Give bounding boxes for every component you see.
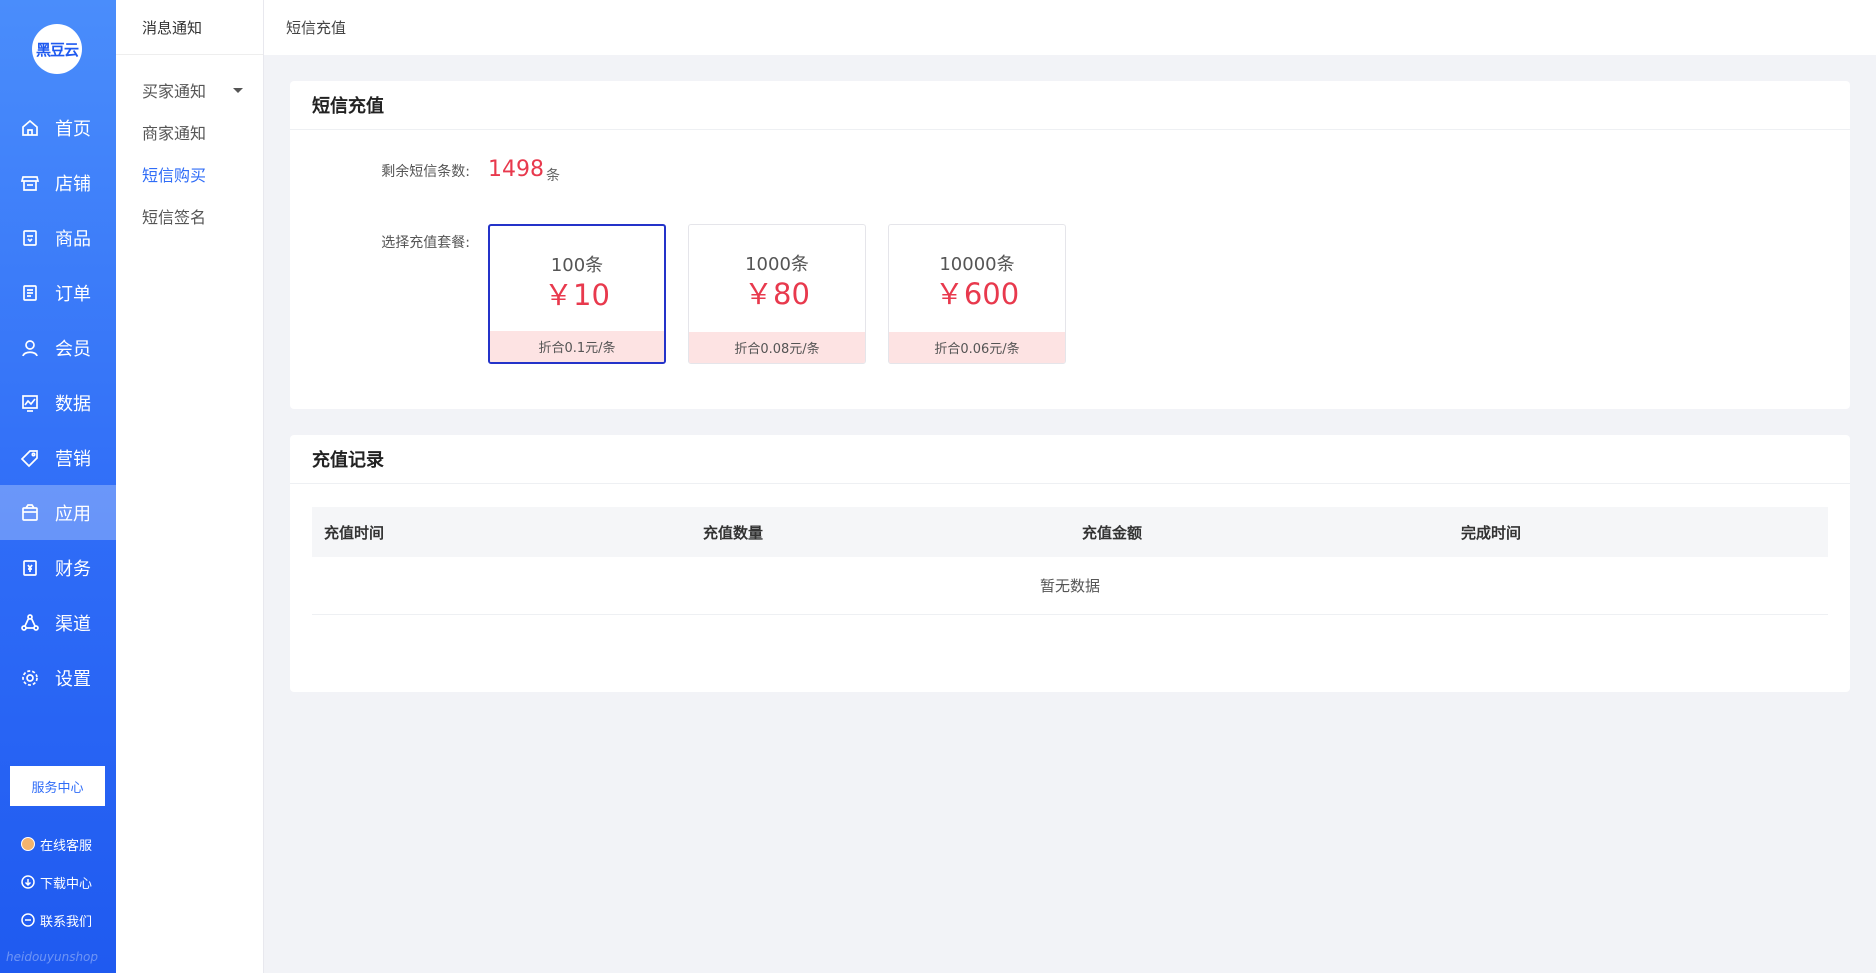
nav-item-label: 设置 — [55, 668, 91, 690]
nav-item-label: 数据 — [55, 393, 91, 415]
nav-item-label: 店铺 — [55, 173, 91, 195]
package-option-10000[interactable]: 10000条 ￥600 折合0.06元/条 — [888, 224, 1066, 364]
nav-item-channel[interactable]: 渠道 — [0, 595, 116, 650]
submenu-item-buyer-notice[interactable]: 买家通知 — [116, 69, 263, 111]
nav-item-label: 应用 — [55, 503, 91, 525]
download-center-link[interactable]: 下载中心 — [20, 863, 92, 901]
contact-us-link[interactable]: 联系我们 — [20, 901, 92, 939]
package-rate: 折合0.1元/条 — [490, 331, 664, 362]
nav-item-label: 会员 — [55, 338, 91, 360]
package-option-100[interactable]: 100条 ￥10 折合0.1元/条 — [488, 224, 666, 364]
package-option-1000[interactable]: 1000条 ￥80 折合0.08元/条 — [688, 224, 866, 364]
sub-sidebar-title: 消息通知 — [116, 0, 263, 55]
member-icon — [20, 338, 40, 358]
table-header: 充值时间 充值数量 充值金额 完成时间 — [312, 507, 1828, 557]
package-price: ￥80 — [744, 277, 810, 311]
column-header-recharge-amount: 充值金额 — [1082, 523, 1143, 542]
nav-item-finance[interactable]: 财务 — [0, 540, 116, 595]
sms-recharge-card: 短信充值 剩余短信条数: 1498 条 选择充值套餐: 100条 ￥10 折合0… — [290, 81, 1850, 409]
goods-icon — [20, 228, 40, 248]
channel-icon — [20, 613, 40, 633]
card-title: 短信充值 — [290, 81, 1850, 130]
submenu-item-sms-signature[interactable]: 短信签名 — [116, 195, 263, 237]
brand-logo[interactable]: 黑豆云 — [32, 24, 82, 74]
card-title: 充值记录 — [290, 435, 1850, 484]
watermark-text: heidouyunshop — [6, 950, 99, 964]
nav-item-settings[interactable]: 设置 — [0, 650, 116, 705]
breadcrumb: 短信充值 — [286, 19, 347, 37]
records-table: 充值时间 充值数量 充值金额 完成时间 暂无数据 — [312, 507, 1828, 615]
package-price: ￥10 — [544, 278, 610, 312]
app-root: 黑豆云 首页 店铺 商品 订单 会员 数据 营销 应用 财务 渠道 设置 服务中… — [0, 0, 1876, 973]
main-nav: 首页 店铺 商品 订单 会员 数据 营销 应用 财务 渠道 设置 — [0, 100, 116, 705]
submenu-item-label: 商家通知 — [142, 124, 207, 143]
submenu-item-sms-purchase[interactable]: 短信购买 — [116, 153, 263, 195]
store-icon — [20, 173, 40, 193]
nav-item-apps[interactable]: 应用 — [0, 485, 116, 540]
nav-item-data[interactable]: 数据 — [0, 375, 116, 430]
data-icon — [20, 393, 40, 413]
contact-icon — [20, 913, 35, 928]
column-header-recharge-count: 充值数量 — [703, 523, 764, 542]
recharge-records-card: 充值记录 充值时间 充值数量 充值金额 完成时间 暂无数据 — [290, 435, 1850, 692]
nav-item-label: 财务 — [55, 558, 91, 580]
order-icon — [20, 283, 40, 303]
download-center-label: 下载中心 — [40, 876, 93, 892]
remain-unit: 条 — [546, 168, 560, 184]
app-box-icon — [20, 503, 40, 523]
column-header-recharge-time: 充值时间 — [324, 523, 385, 542]
download-icon — [20, 875, 35, 890]
caret-down-icon — [233, 87, 243, 93]
sub-sidebar: 消息通知 买家通知 商家通知 短信购买 短信签名 — [116, 0, 264, 973]
nav-item-label: 商品 — [55, 228, 91, 250]
nav-item-label: 营销 — [55, 448, 91, 470]
service-links: 在线客服 下载中心 联系我们 — [20, 825, 92, 939]
package-rate: 折合0.06元/条 — [889, 332, 1065, 363]
nav-item-goods[interactable]: 商品 — [0, 210, 116, 265]
nav-item-label: 订单 — [55, 283, 91, 305]
avatar-icon — [20, 837, 35, 852]
sub-menu: 买家通知 商家通知 短信购买 短信签名 — [116, 55, 263, 237]
settings-icon — [20, 668, 40, 688]
remain-value: 1498 — [488, 157, 544, 182]
nav-item-label: 渠道 — [55, 613, 91, 635]
submenu-item-label: 短信签名 — [142, 208, 207, 227]
submenu-item-merchant-notice[interactable]: 商家通知 — [116, 111, 263, 153]
contact-us-label: 联系我们 — [40, 914, 93, 930]
nav-item-label: 首页 — [55, 118, 91, 140]
nav-item-store[interactable]: 店铺 — [0, 155, 116, 210]
package-price: ￥600 — [934, 277, 1020, 311]
top-bar: 短信充值 — [264, 0, 1876, 55]
package-label: 选择充值套餐: — [381, 235, 470, 251]
home-icon — [20, 118, 40, 138]
nav-item-order[interactable]: 订单 — [0, 265, 116, 320]
submenu-item-label: 买家通知 — [142, 82, 207, 101]
submenu-item-label: 短信购买 — [142, 166, 207, 185]
main-sidebar: 黑豆云 首页 店铺 商品 订单 会员 数据 营销 应用 财务 渠道 设置 服务中… — [0, 0, 116, 973]
empty-state: 暂无数据 — [312, 557, 1828, 615]
finance-icon — [20, 558, 40, 578]
online-support-link[interactable]: 在线客服 — [20, 825, 92, 863]
service-center-button[interactable]: 服务中心 — [10, 766, 105, 806]
package-rate: 折合0.08元/条 — [689, 332, 865, 363]
nav-item-home[interactable]: 首页 — [0, 100, 116, 155]
nav-item-member[interactable]: 会员 — [0, 320, 116, 375]
nav-item-marketing[interactable]: 营销 — [0, 430, 116, 485]
online-support-label: 在线客服 — [40, 838, 93, 854]
column-header-complete-time: 完成时间 — [1461, 523, 1522, 542]
remain-label: 剩余短信条数: — [381, 164, 470, 180]
tag-icon — [20, 448, 40, 468]
